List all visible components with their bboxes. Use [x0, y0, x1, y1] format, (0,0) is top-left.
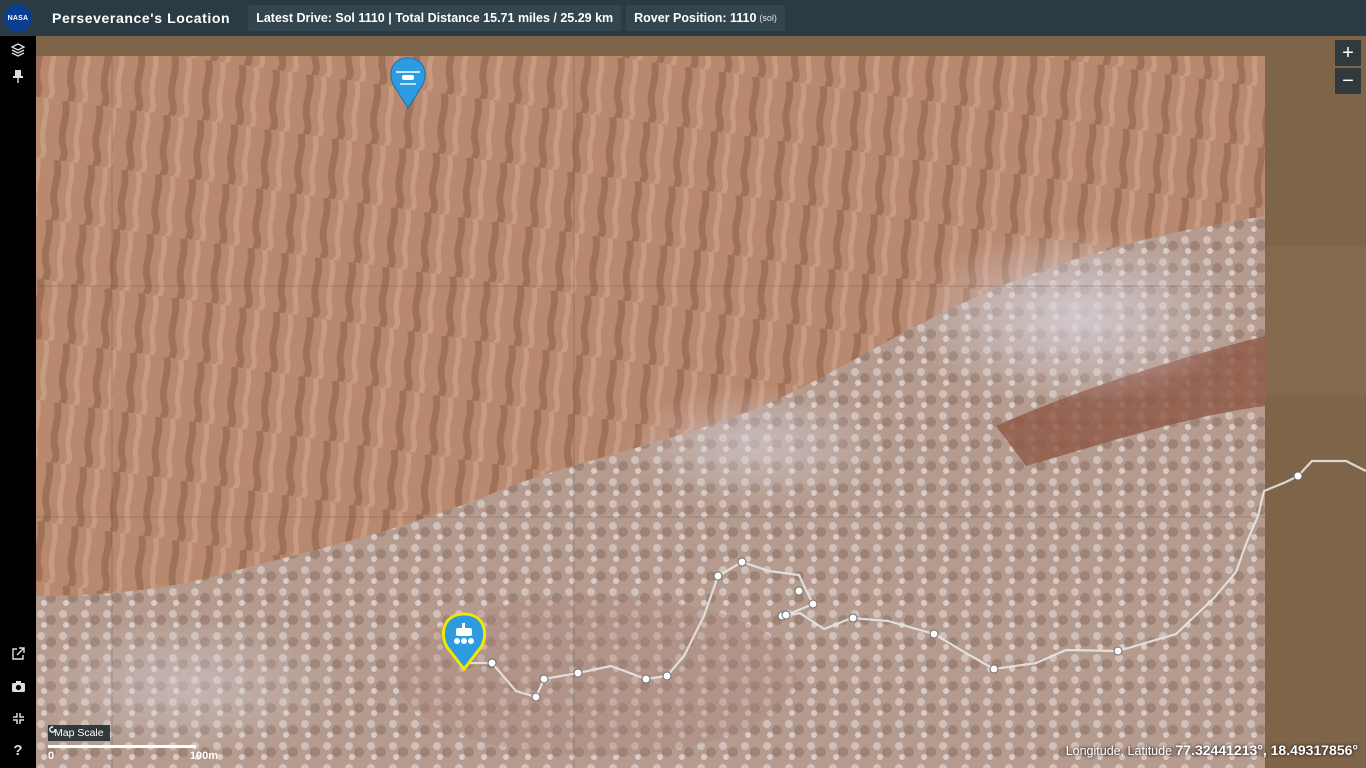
rover-position-badge: Rover Position: 1110 (sol): [626, 5, 785, 31]
zoom-out-button[interactable]: −: [1335, 68, 1361, 94]
layers-icon: [11, 43, 25, 57]
external-link-icon: [12, 647, 25, 660]
collapse-icon: [12, 712, 24, 724]
external-link-button[interactable]: [6, 642, 30, 666]
help-icon: ?: [13, 741, 23, 759]
zoom-in-button[interactable]: +: [1335, 40, 1361, 66]
reset-icon: [49, 725, 56, 733]
map-imagery: [36, 36, 1366, 768]
map-view[interactable]: + − Map Scale 0 100m Longitude, Latitude…: [36, 36, 1366, 768]
map-scale: Map Scale 0 100m: [48, 725, 218, 762]
map-scale-label: Map Scale: [54, 727, 104, 739]
coordinates-readout: Longitude, Latitude 77.32441213°, 18.493…: [1066, 742, 1358, 758]
camera-button[interactable]: [6, 674, 30, 698]
page-title: Perseverance's Location: [52, 10, 231, 26]
layers-button[interactable]: [6, 38, 30, 62]
top-bar: NASA Perseverance's Location Latest Driv…: [0, 0, 1366, 36]
latest-drive-badge: Latest Drive: Sol 1110 | Total Distance …: [248, 5, 622, 31]
scale-end-label: 100m: [189, 750, 218, 762]
coords-label: Longitude, Latitude: [1065, 744, 1173, 758]
collapse-button[interactable]: [6, 706, 30, 730]
scale-start-label: 0: [48, 750, 55, 762]
camera-icon: [11, 680, 25, 692]
nasa-logo[interactable]: NASA: [4, 4, 32, 32]
map-scale-toggle[interactable]: Map Scale: [48, 725, 110, 741]
scale-bar: [48, 745, 196, 748]
help-button[interactable]: ?: [6, 738, 30, 762]
rover-position-unit: (sol): [759, 13, 777, 23]
left-toolbar: ?: [0, 36, 36, 768]
pin-icon: [13, 70, 23, 83]
rover-position-text: Rover Position: 1110: [634, 11, 757, 25]
pin-button[interactable]: [6, 64, 30, 88]
latest-drive-text: Latest Drive: Sol 1110 | Total Distance …: [256, 11, 614, 25]
coords-value: 77.32441213°, 18.49317856°: [1175, 742, 1358, 758]
